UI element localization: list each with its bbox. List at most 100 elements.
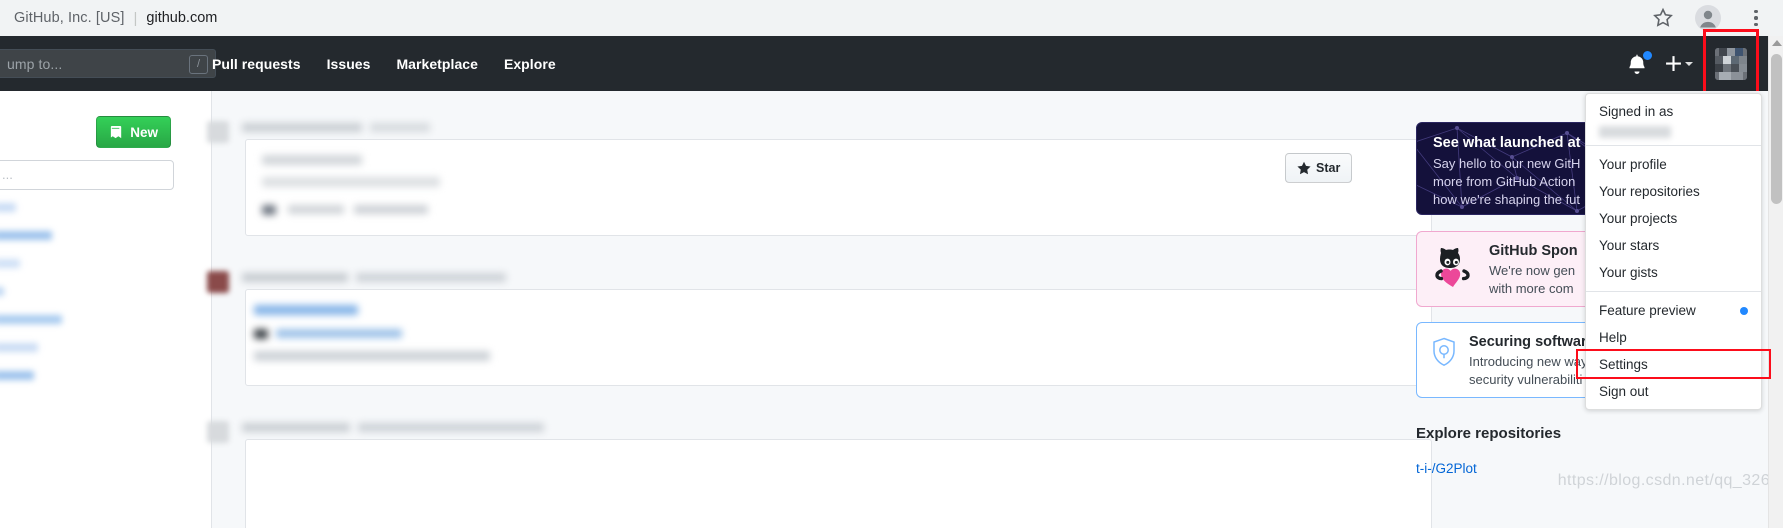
browser-toolbar: GitHub, Inc. [US] | github.com — [0, 0, 1783, 36]
nav-explore[interactable]: Explore — [504, 56, 556, 72]
header-actions — [1627, 28, 1783, 97]
sidebar-repo-link[interactable] — [0, 315, 62, 324]
search-input[interactable]: ump to... / — [0, 49, 216, 78]
security-promo-title: Securing softwar — [1469, 334, 1587, 350]
bookmark-star-icon[interactable] — [1651, 6, 1675, 30]
scrollbar-thumb[interactable] — [1771, 54, 1782, 204]
sponsors-promo-title: GitHub Spon — [1489, 243, 1578, 259]
dashboard-page: New ... Star See what launched at Say he… — [0, 91, 1783, 528]
menu-item-feature-preview[interactable]: Feature preview — [1586, 297, 1761, 324]
feed-item-avatar[interactable] — [207, 121, 229, 143]
site-identity-label: GitHub, Inc. [US] — [14, 10, 125, 26]
security-promo-line2: security vulnerabiliti — [1469, 372, 1583, 387]
menu-item-your-stars[interactable]: Your stars — [1586, 232, 1761, 259]
feed-item-title-text — [242, 423, 350, 432]
sidebar-repo-link[interactable] — [0, 203, 16, 212]
signed-in-username-redacted — [1599, 126, 1671, 138]
security-promo-line1: Introducing new way — [1469, 354, 1588, 369]
feed-item-body-text — [288, 205, 344, 214]
feed-item-body-text — [254, 351, 490, 361]
menu-item-label: Your stars — [1599, 238, 1660, 253]
address-separator: | — [133, 9, 138, 27]
search-placeholder-text: ump to... — [7, 55, 63, 72]
menu-item-help[interactable]: Help — [1586, 324, 1761, 351]
menu-item-your-projects[interactable]: Your projects — [1586, 205, 1761, 232]
feed-item-body-text — [262, 177, 440, 187]
github-header: ump to... / Pull requests Issues Marketp… — [0, 28, 1783, 97]
feed-item-body-text — [262, 155, 362, 165]
octocat-heart-icon — [1435, 248, 1470, 287]
feed-item-avatar[interactable] — [207, 271, 229, 293]
sidebar-repo-link[interactable] — [0, 287, 4, 296]
profile-dropdown-menu: Signed in as Your profile Your repositori… — [1576, 93, 1771, 410]
notifications-bell-icon[interactable] — [1627, 49, 1653, 77]
nav-pull-requests[interactable]: Pull requests — [212, 56, 301, 72]
menu-item-label: Your profile — [1599, 157, 1667, 172]
user-avatar-image — [1715, 47, 1747, 80]
star-button-label: Star — [1316, 161, 1341, 175]
sidebar-repo-link[interactable] — [0, 371, 34, 380]
nav-issues[interactable]: Issues — [327, 56, 371, 72]
menu-item-label: Your gists — [1599, 265, 1658, 280]
profile-menu-group-1: Your profile Your repositories Your projec… — [1586, 151, 1761, 286]
repo-icon — [111, 125, 122, 138]
create-new-button[interactable] — [1665, 55, 1693, 72]
menu-item-label: Feature preview — [1599, 303, 1696, 318]
menu-divider-1 — [1586, 145, 1761, 146]
header-nav: Pull requests Issues Marketplace Explore — [212, 36, 556, 91]
menu-item-label: Settings — [1599, 357, 1648, 372]
feed-item-body-text — [254, 329, 268, 339]
sidebar-repo-link[interactable] — [0, 231, 52, 240]
sidebar-repo-link[interactable] — [0, 259, 20, 268]
feed-item-card[interactable] — [245, 289, 1432, 386]
signed-in-as-label: Signed in as — [1599, 104, 1674, 119]
feed-item-title-text — [242, 123, 362, 132]
star-filled-icon — [1297, 161, 1311, 175]
sidebar: New ... — [0, 91, 212, 528]
new-repository-label: New — [130, 124, 158, 140]
address-bar[interactable]: GitHub, Inc. [US] | github.com — [0, 4, 1660, 32]
feed-item-title-text — [358, 423, 544, 432]
menu-item-settings[interactable]: Settings — [1576, 349, 1771, 379]
chevron-down-icon — [1685, 61, 1693, 66]
notifications-unread-dot — [1642, 49, 1653, 61]
scroll-up-arrow-icon[interactable] — [1772, 40, 1782, 46]
sponsors-promo-line1: We're now gen — [1489, 263, 1576, 278]
browser-window: GitHub, Inc. [US] | github.com ump to...… — [0, 0, 1783, 528]
find-repository-input[interactable]: ... — [0, 160, 174, 190]
menu-item-label: Your repositories — [1599, 184, 1700, 199]
feature-preview-badge-dot — [1740, 306, 1748, 315]
sidebar-repo-link[interactable] — [0, 343, 38, 352]
browser-menu-icon[interactable] — [1745, 6, 1767, 30]
browser-profile-icon[interactable] — [1695, 5, 1721, 31]
feed-item-avatar[interactable] — [207, 421, 229, 443]
feed-item-body-text — [276, 329, 402, 338]
avatar[interactable] — [1703, 28, 1759, 97]
feed-item-title-text — [370, 123, 430, 132]
feed-item-card[interactable] — [245, 439, 1432, 528]
feed-item-title-text — [356, 273, 506, 282]
address-host: github.com — [146, 10, 218, 26]
menu-item-your-gists[interactable]: Your gists — [1586, 259, 1761, 286]
menu-item-your-repositories[interactable]: Your repositories — [1586, 178, 1761, 205]
shield-lock-icon — [1433, 337, 1455, 367]
find-repository-placeholder: ... — [2, 167, 13, 182]
news-feed: Star — [207, 91, 1432, 528]
nav-marketplace[interactable]: Marketplace — [396, 56, 477, 72]
feed-item-body-text — [354, 205, 428, 214]
explore-repositories-heading: Explore repositories — [1416, 425, 1562, 442]
explore-repository-link[interactable]: t-i-/G2Plot — [1416, 461, 1477, 476]
page-scrollbar[interactable] — [1768, 36, 1783, 528]
repository-list — [0, 203, 212, 399]
star-repository-button[interactable]: Star — [1285, 153, 1353, 183]
menu-item-sign-out[interactable]: Sign out — [1586, 378, 1761, 405]
menu-item-label: Sign out — [1599, 384, 1649, 399]
feed-item-title-text — [242, 273, 348, 282]
menu-item-label: Your projects — [1599, 211, 1678, 226]
feed-item-card[interactable] — [245, 139, 1432, 236]
menu-item-your-profile[interactable]: Your profile — [1586, 151, 1761, 178]
sponsors-promo-line2: with more com — [1489, 281, 1574, 296]
new-repository-button[interactable]: New — [96, 116, 171, 148]
menu-divider-2 — [1586, 291, 1761, 292]
feed-item-body-text — [262, 205, 276, 215]
